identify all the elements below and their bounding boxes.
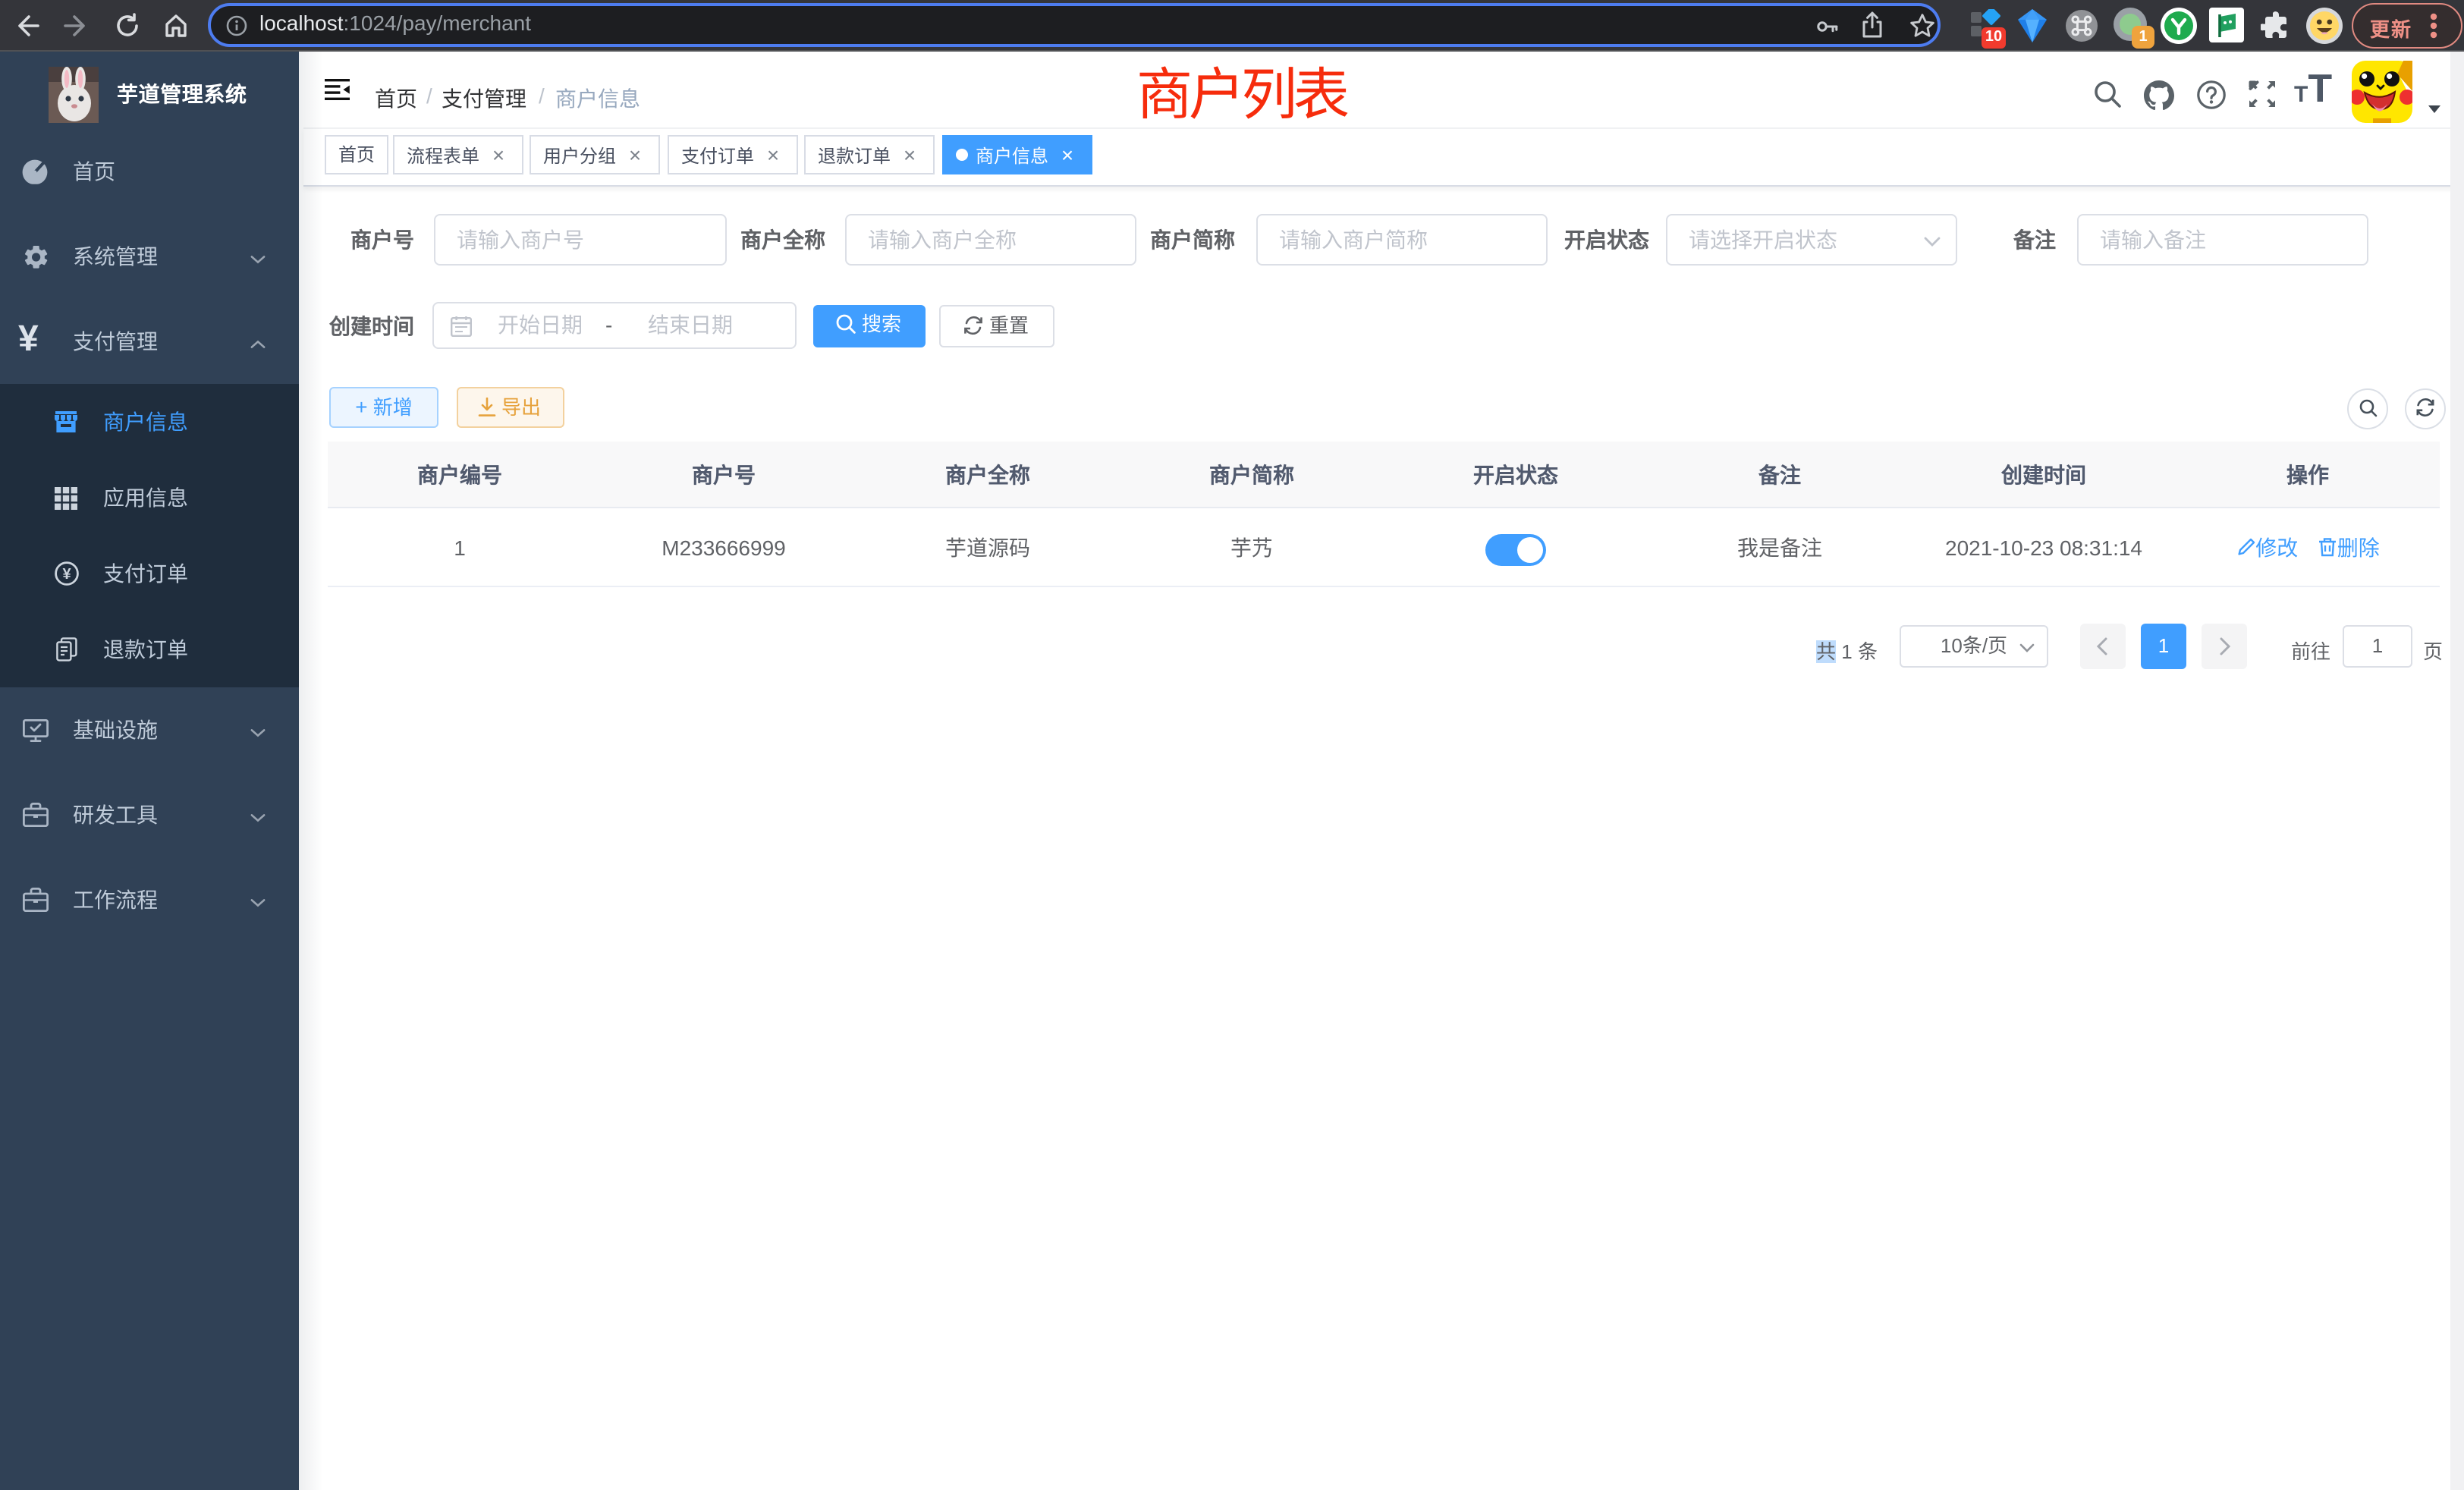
- svg-text:¥: ¥: [62, 566, 71, 583]
